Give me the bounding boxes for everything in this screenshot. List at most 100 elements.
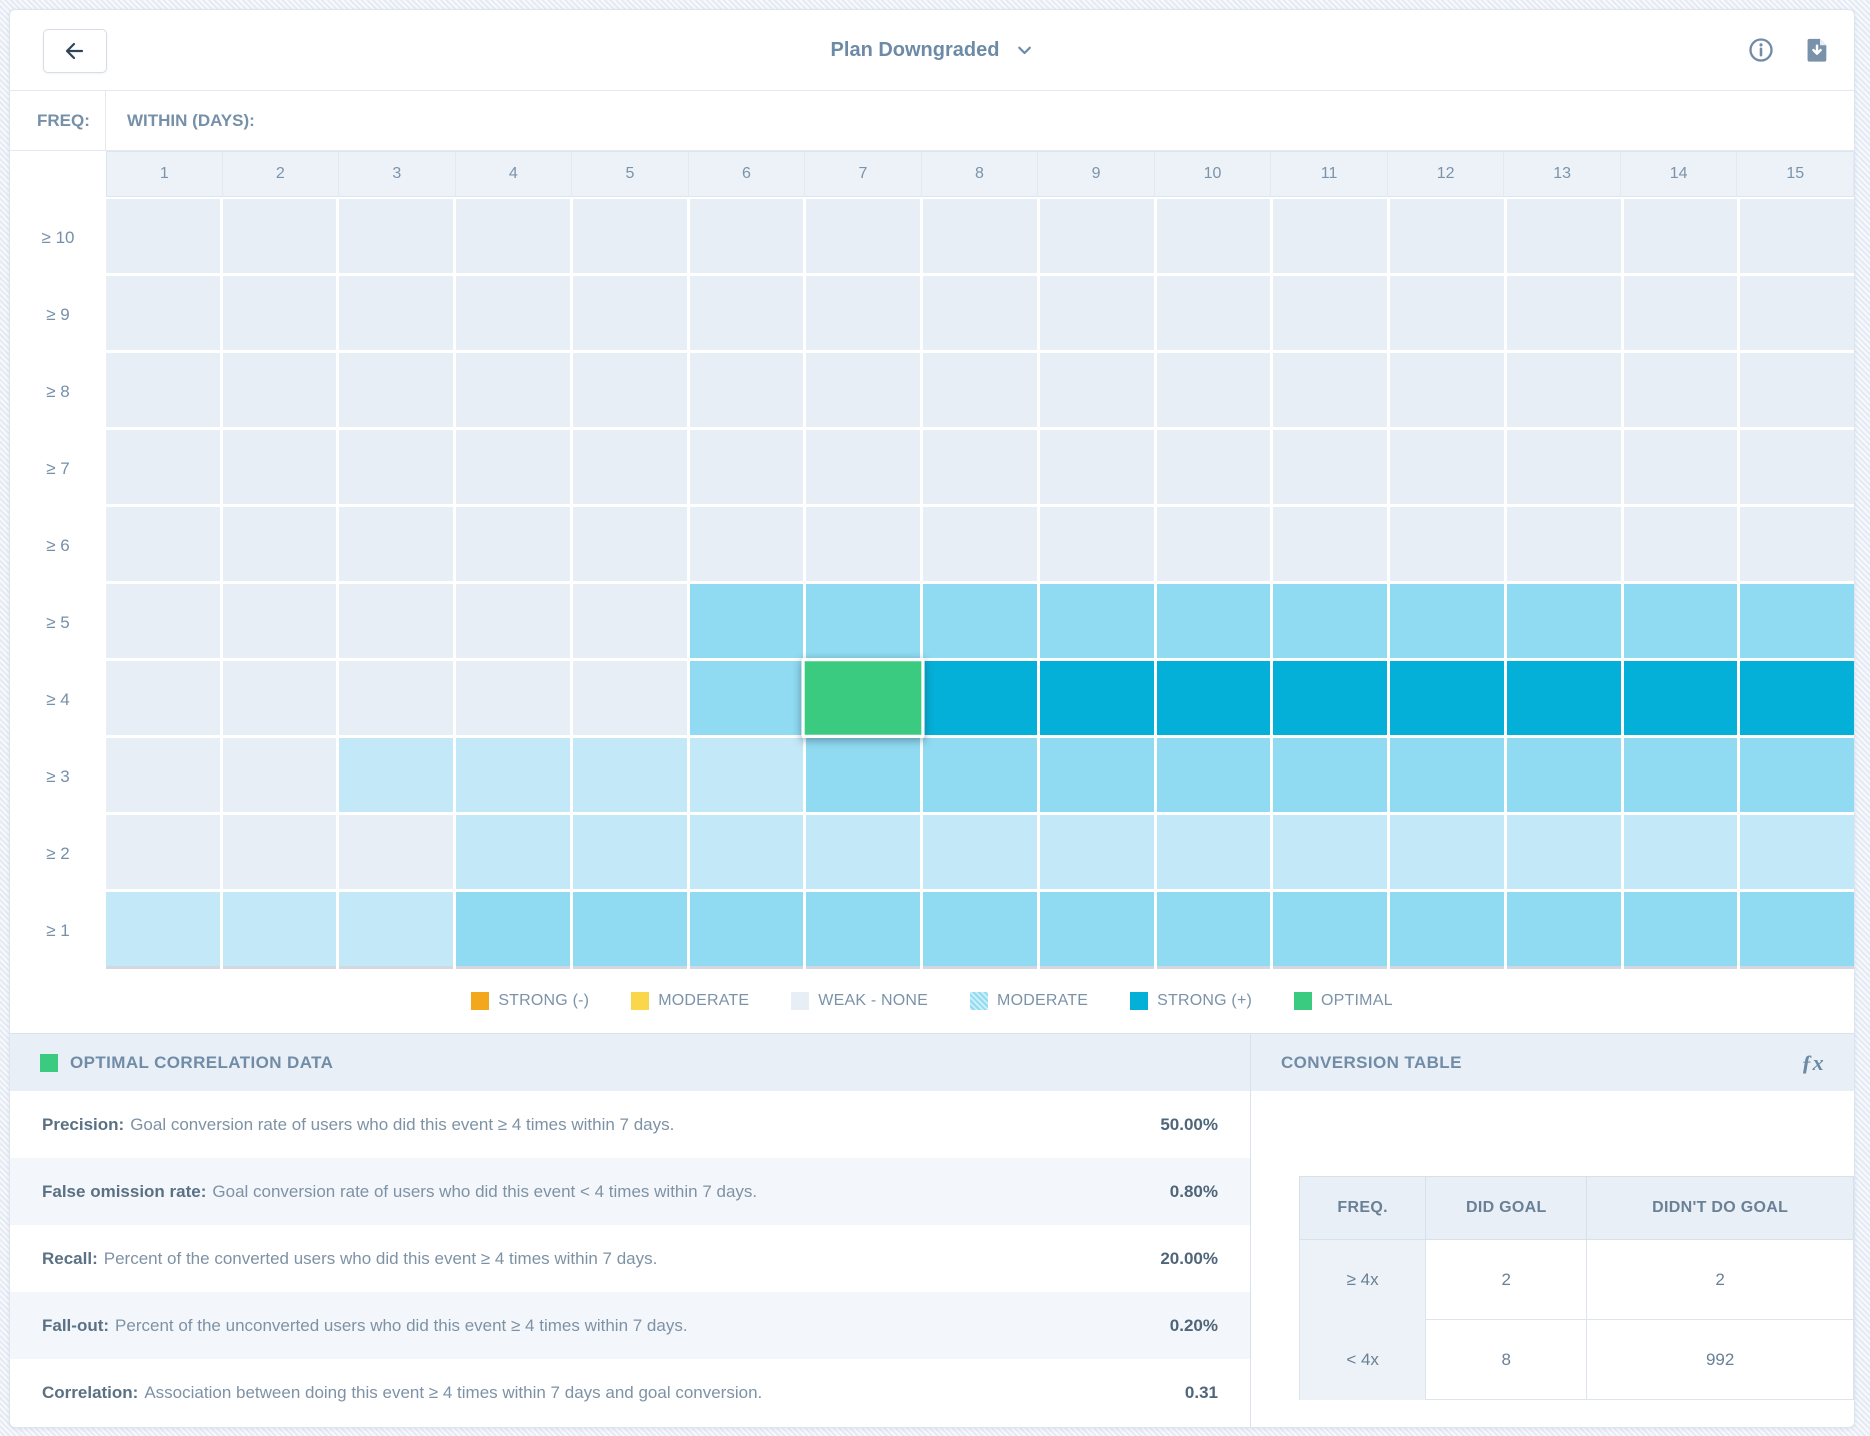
heatmap-cell-none[interactable] [573,353,687,427]
heatmap-cell-medium[interactable] [1740,738,1854,812]
heatmap-cell-none[interactable] [1507,507,1621,581]
heatmap-cell-none[interactable] [1157,276,1271,350]
heatmap-cell-none[interactable] [1157,353,1271,427]
heatmap-cell-none[interactable] [690,199,804,273]
heatmap-cell-medium[interactable] [923,738,1037,812]
back-button[interactable] [43,29,107,73]
heatmap-cell-medium[interactable] [1624,738,1738,812]
heatmap-cell-light[interactable] [1273,815,1387,889]
heatmap-cell-none[interactable] [923,353,1037,427]
heatmap-cell-none[interactable] [923,430,1037,504]
heatmap-cell-none[interactable] [690,353,804,427]
heatmap-cell-none[interactable] [223,738,337,812]
heatmap-cell-medium[interactable] [1390,892,1504,966]
heatmap-cell-none[interactable] [806,353,920,427]
heatmap-cell-medium[interactable] [1507,738,1621,812]
heatmap-cell-none[interactable] [223,276,337,350]
heatmap-cell-none[interactable] [1740,199,1854,273]
heatmap-cell-none[interactable] [1624,430,1738,504]
heatmap-cell-none[interactable] [690,276,804,350]
heatmap-cell-strong[interactable] [923,661,1037,735]
heatmap-cell-none[interactable] [690,430,804,504]
heatmap-cell-medium[interactable] [1740,892,1854,966]
heatmap-cell-none[interactable] [573,661,687,735]
heatmap-cell-medium[interactable] [806,738,920,812]
heatmap-cell-none[interactable] [1624,276,1738,350]
heatmap-cell-none[interactable] [1507,353,1621,427]
heatmap-cell-none[interactable] [806,199,920,273]
heatmap-cell-light[interactable] [690,815,804,889]
heatmap-cell-none[interactable] [106,199,220,273]
heatmap-cell-medium[interactable] [1273,584,1387,658]
heatmap-cell-none[interactable] [339,276,453,350]
heatmap-cell-strong[interactable] [1624,661,1738,735]
heatmap-cell-light[interactable] [456,738,570,812]
heatmap-cell-light[interactable] [1624,815,1738,889]
heatmap-cell-none[interactable] [573,507,687,581]
heatmap-cell-medium[interactable] [1507,892,1621,966]
heatmap-cell-medium[interactable] [923,892,1037,966]
heatmap-cell-none[interactable] [339,199,453,273]
heatmap-cell-none[interactable] [223,199,337,273]
heatmap-cell-none[interactable] [456,584,570,658]
heatmap-cell-none[interactable] [1740,430,1854,504]
heatmap-cell-none[interactable] [1157,507,1271,581]
heatmap-cell-light[interactable] [223,892,337,966]
heatmap-cell-none[interactable] [106,430,220,504]
heatmap-cell-medium[interactable] [690,661,804,735]
heatmap-cell-medium[interactable] [1624,892,1738,966]
heatmap-cell-none[interactable] [1740,507,1854,581]
heatmap-cell-medium[interactable] [806,584,920,658]
heatmap-cell-none[interactable] [1273,353,1387,427]
heatmap-cell-light[interactable] [1507,815,1621,889]
heatmap-cell-none[interactable] [806,276,920,350]
heatmap-cell-none[interactable] [1273,507,1387,581]
heatmap-cell-none[interactable] [1040,507,1154,581]
heatmap-cell-medium[interactable] [690,892,804,966]
heatmap-cell-none[interactable] [456,353,570,427]
event-selector[interactable]: Plan Downgraded [831,39,1034,62]
heatmap-cell-none[interactable] [456,661,570,735]
heatmap-cell-none[interactable] [1040,430,1154,504]
heatmap-cell-none[interactable] [223,507,337,581]
heatmap-cell-none[interactable] [923,199,1037,273]
heatmap-cell-medium[interactable] [1740,584,1854,658]
heatmap-cell-none[interactable] [1273,199,1387,273]
heatmap-cell-optimal[interactable] [802,658,925,738]
heatmap-cell-none[interactable] [106,815,220,889]
heatmap-cell-none[interactable] [106,353,220,427]
heatmap-cell-light[interactable] [1740,815,1854,889]
heatmap-cell-medium[interactable] [1273,892,1387,966]
heatmap-cell-none[interactable] [1390,199,1504,273]
heatmap-cell-none[interactable] [1390,276,1504,350]
heatmap-cell-none[interactable] [1390,430,1504,504]
heatmap-cell-light[interactable] [573,738,687,812]
heatmap-cell-none[interactable] [573,584,687,658]
heatmap-cell-none[interactable] [1507,430,1621,504]
heatmap-cell-none[interactable] [1273,276,1387,350]
heatmap-cell-none[interactable] [1624,199,1738,273]
heatmap-cell-none[interactable] [573,199,687,273]
heatmap-cell-medium[interactable] [1157,738,1271,812]
heatmap-cell-none[interactable] [106,584,220,658]
heatmap-cell-medium[interactable] [1157,584,1271,658]
heatmap-cell-strong[interactable] [1157,661,1271,735]
download-button[interactable] [1802,35,1832,65]
heatmap-cell-none[interactable] [106,661,220,735]
heatmap-cell-strong[interactable] [1390,661,1504,735]
heatmap-cell-none[interactable] [339,507,453,581]
heatmap-cell-none[interactable] [223,661,337,735]
heatmap-cell-none[interactable] [1040,353,1154,427]
heatmap-cell-none[interactable] [456,199,570,273]
heatmap-cell-none[interactable] [1040,276,1154,350]
heatmap-cell-none[interactable] [1390,353,1504,427]
heatmap-cell-none[interactable] [456,276,570,350]
heatmap-cell-medium[interactable] [573,892,687,966]
heatmap-cell-none[interactable] [1507,199,1621,273]
heatmap-cell-none[interactable] [456,430,570,504]
heatmap-cell-light[interactable] [923,815,1037,889]
heatmap-cell-medium[interactable] [690,584,804,658]
heatmap-cell-none[interactable] [339,584,453,658]
heatmap-cell-none[interactable] [573,276,687,350]
heatmap-cell-light[interactable] [339,892,453,966]
